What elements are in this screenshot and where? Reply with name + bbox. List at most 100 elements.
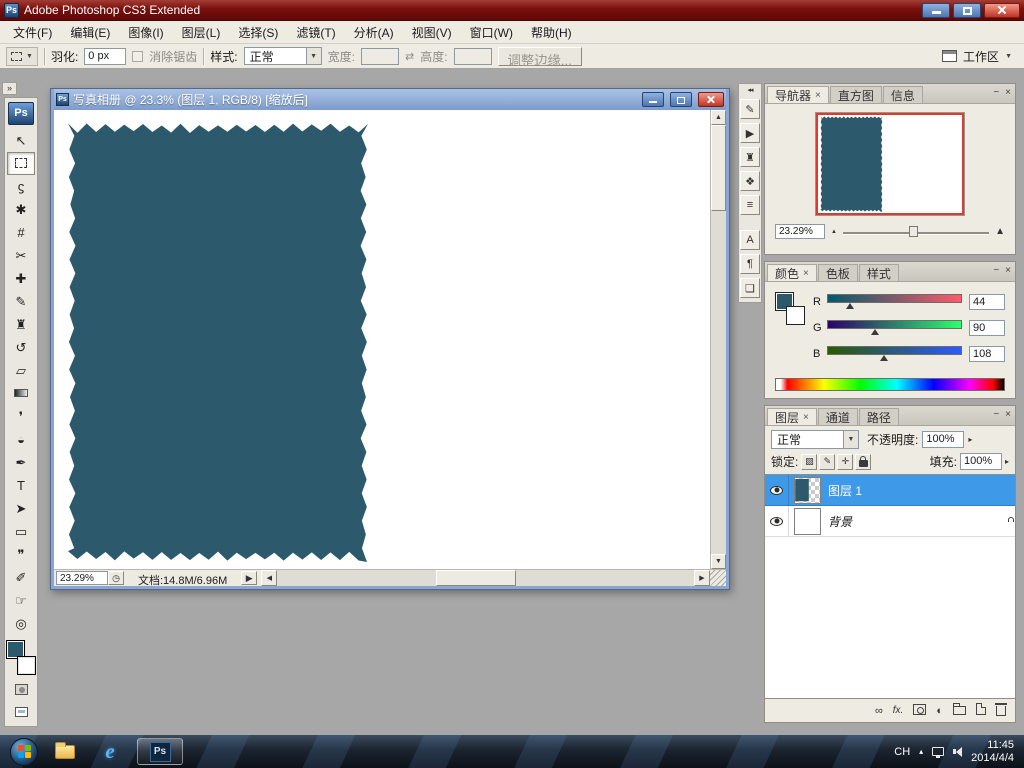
eyedropper-tool[interactable]: ✐	[7, 566, 35, 589]
new-layer-icon[interactable]	[976, 703, 986, 718]
panel-minimize-button[interactable]: −	[993, 87, 999, 98]
tab-navigator[interactable]: 导航器 ×	[767, 86, 829, 103]
status-clock-button[interactable]: ◷	[108, 571, 124, 585]
lock-pixels-button[interactable]: ✎	[819, 453, 836, 470]
color-spectrum-ramp[interactable]	[775, 378, 1005, 391]
channel-slider-thumb[interactable]	[870, 329, 879, 335]
animation-palette-button[interactable]: ▶	[740, 123, 760, 143]
adjustment-layer-icon[interactable]: ◐	[936, 705, 943, 717]
layer-style-icon[interactable]: fx.	[893, 705, 904, 716]
photoshop-taskbar-button[interactable]: Ps	[137, 738, 183, 765]
layer-group-icon[interactable]	[953, 703, 966, 718]
layer-name[interactable]: 背景	[828, 513, 1006, 530]
panel-close-button[interactable]: ×	[1005, 265, 1011, 276]
channel-slider-thumb[interactable]	[846, 303, 855, 309]
vertical-scroll-thumb[interactable]	[711, 125, 726, 211]
channel-value-field[interactable]: 90	[969, 320, 1005, 336]
navigator-preview[interactable]	[815, 112, 965, 216]
resize-grip[interactable]	[710, 570, 726, 586]
brushes-palette-button[interactable]: ✎	[740, 99, 760, 119]
navigator-viewbox[interactable]	[816, 113, 964, 215]
explorer-taskbar-button[interactable]	[47, 738, 83, 765]
swap-dimensions-icon[interactable]: ⇄	[405, 50, 414, 63]
panel-close-button[interactable]: ×	[1005, 409, 1011, 420]
ps-logo[interactable]: Ps	[8, 102, 34, 125]
zoom-out-icon[interactable]: ▲	[831, 229, 837, 235]
maximize-button[interactable]	[953, 2, 981, 18]
menu-window[interactable]: 窗口(W)	[461, 21, 522, 44]
opacity-field[interactable]: 100%	[922, 431, 965, 448]
doc-minimize-button[interactable]	[642, 92, 664, 107]
minimize-button[interactable]	[922, 2, 950, 18]
fill-field[interactable]: 100%	[959, 453, 1002, 470]
chevron-down-icon[interactable]: ▼	[305, 48, 321, 64]
layer-row[interactable]: 背景	[765, 506, 1015, 537]
zoom-slider-thumb[interactable]	[908, 226, 918, 237]
doc-close-button[interactable]	[698, 92, 724, 107]
link-layers-icon[interactable]: ∞	[875, 705, 883, 717]
tab-close-icon[interactable]: ×	[815, 90, 821, 101]
ie-taskbar-button[interactable]: e	[92, 738, 128, 765]
visibility-toggle[interactable]	[765, 506, 789, 536]
channel-slider-r[interactable]	[827, 289, 962, 315]
lasso-tool[interactable]: ϛ	[7, 175, 35, 198]
menu-view[interactable]: 视图(V)	[403, 21, 461, 44]
type-tool[interactable]: T	[7, 474, 35, 497]
layer-thumbnail[interactable]	[794, 476, 821, 504]
scroll-up-button[interactable]: ▲	[711, 110, 726, 125]
scroll-down-button[interactable]: ▼	[711, 554, 726, 569]
style-dropdown[interactable]: 正常 ▼	[243, 47, 322, 65]
background-color-swatch[interactable]	[786, 306, 805, 325]
panel-minimize-button[interactable]: −	[993, 409, 999, 420]
close-button[interactable]	[984, 2, 1020, 18]
horizontal-scrollbar[interactable]: ◀ ▶	[261, 570, 726, 586]
crop-tool[interactable]: #	[7, 221, 35, 244]
notes-tool[interactable]: ❞	[7, 543, 35, 566]
tab-channels[interactable]: 通道	[817, 408, 858, 425]
document-titlebar[interactable]: Ps 写真相册 @ 23.3% (图层 1, RGB/8) [缩放后]	[54, 89, 726, 110]
panel-close-button[interactable]: ×	[1005, 87, 1011, 98]
palette-well-icon[interactable]	[942, 50, 958, 62]
tab-close-icon[interactable]: ×	[803, 412, 809, 423]
expand-dock-button[interactable]: ◂◂	[747, 86, 753, 95]
layer-thumbnail[interactable]	[794, 507, 821, 535]
status-menu-button[interactable]: ▶	[241, 571, 258, 585]
layer-row[interactable]: 图层 1	[765, 475, 1015, 506]
visibility-toggle[interactable]	[765, 475, 789, 505]
volume-icon[interactable]	[953, 746, 963, 757]
eraser-tool[interactable]: ▱	[7, 359, 35, 382]
tab-layers[interactable]: 图层 ×	[767, 408, 817, 425]
background-color-swatch[interactable]	[17, 655, 36, 675]
blend-mode-dropdown[interactable]: 正常 ▼	[771, 430, 859, 449]
slice-tool[interactable]: ✂	[7, 244, 35, 267]
width-input[interactable]	[360, 47, 399, 65]
quick-mask-button[interactable]	[7, 678, 35, 701]
tab-histogram[interactable]: 直方图	[829, 86, 882, 103]
blur-tool[interactable]: ❜	[7, 405, 35, 428]
zoom-field[interactable]: 23.29%	[56, 571, 108, 585]
refine-edge-button[interactable]: 调整边缘...	[497, 46, 582, 68]
healing-brush-tool[interactable]: ✚	[7, 267, 35, 290]
brush-tool[interactable]: ✎	[7, 290, 35, 313]
network-icon[interactable]	[932, 747, 945, 758]
clone-source-palette-button[interactable]: ♜	[740, 147, 760, 167]
feather-input[interactable]: 0 px	[84, 47, 127, 65]
chevron-down-icon[interactable]: ▼	[843, 431, 858, 448]
panel-minimize-button[interactable]: −	[993, 265, 999, 276]
menu-edit[interactable]: 编辑(E)	[61, 21, 119, 44]
menu-file[interactable]: 文件(F)	[4, 21, 61, 44]
vertical-scrollbar[interactable]: ▲ ▼	[710, 110, 726, 569]
channel-value-field[interactable]: 108	[969, 346, 1005, 362]
tab-swatches[interactable]: 色板	[817, 264, 858, 281]
menu-filter[interactable]: 滤镜(T)	[287, 21, 344, 44]
tab-styles[interactable]: 样式	[858, 264, 899, 281]
clone-stamp-tool[interactable]: ♜	[7, 313, 35, 336]
hidden-icons-button[interactable]: ▴	[919, 747, 923, 756]
hand-tool[interactable]: ☞	[7, 589, 35, 612]
character-palette-button[interactable]: A	[740, 230, 760, 250]
zoom-tool[interactable]: ◎	[7, 612, 35, 635]
toolbox-collapse-handle[interactable]: »	[2, 82, 17, 95]
shape-tool[interactable]: ▭	[7, 520, 35, 543]
menu-image[interactable]: 图像(I)	[119, 21, 172, 44]
language-indicator[interactable]: CH	[894, 746, 910, 758]
